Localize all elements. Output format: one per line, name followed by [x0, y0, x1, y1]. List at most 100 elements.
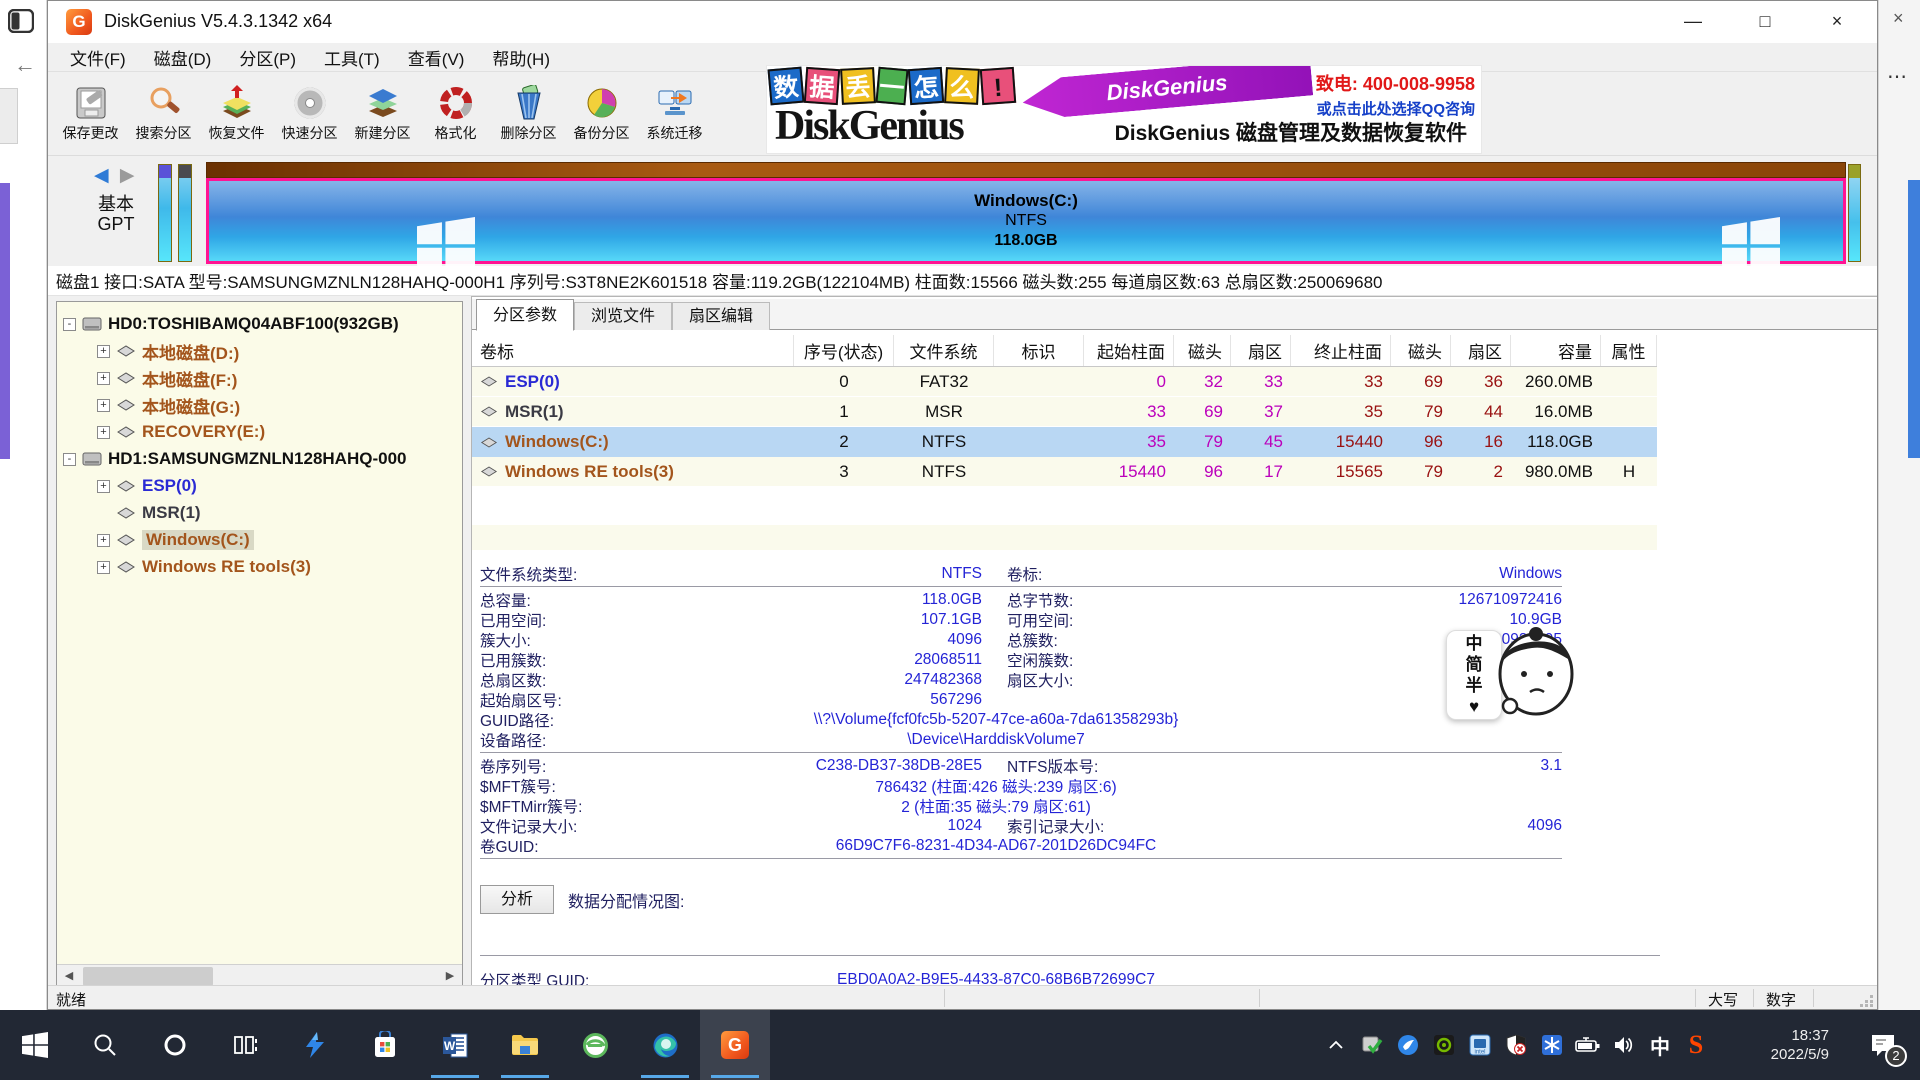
col-header[interactable]: 卷标	[472, 335, 794, 366]
new-partition-button[interactable]: 新建分区	[346, 72, 419, 156]
table-row-winre[interactable]: Windows RE tools(3) 3 NTFS 15440 96 17 1…	[472, 457, 1657, 487]
col-header[interactable]: 扇区	[1231, 335, 1291, 366]
table-row-msr[interactable]: MSR(1) 1 MSR 33 69 37 35 79 44 16.0MB	[472, 397, 1657, 427]
file-explorer-button[interactable]	[490, 1010, 560, 1080]
sogou-mode-halfwidth[interactable]: 半	[1466, 675, 1483, 696]
tree-item-recovery-e[interactable]: + RECOVERY(E:)	[97, 420, 265, 444]
system-migrate-button[interactable]: 系统迁移	[638, 72, 711, 156]
prev-disk-icon[interactable]: ◀	[94, 165, 109, 186]
tray-nvidia-button[interactable]	[1426, 1010, 1462, 1080]
notification-center-button[interactable]: 2	[1850, 1010, 1916, 1080]
tray-security-shield-button[interactable]	[1498, 1010, 1534, 1080]
ad-qq-link[interactable]: 或点击此处选择QQ咨询	[1316, 98, 1475, 119]
expand-icon[interactable]: +	[97, 561, 110, 574]
cortana-button[interactable]	[140, 1010, 210, 1080]
tray-security-check-button[interactable]	[1354, 1010, 1390, 1080]
start-button[interactable]	[0, 1010, 70, 1080]
expand-icon[interactable]: +	[97, 534, 110, 547]
save-changes-button[interactable]: 保存更改	[54, 72, 127, 156]
tree-item-msr[interactable]: MSR(1)	[116, 501, 201, 525]
tab-sector-edit[interactable]: 扇区编辑	[672, 302, 770, 330]
col-header[interactable]: 终止柱面	[1291, 335, 1391, 366]
winre-partition-block[interactable]	[1848, 164, 1861, 262]
menu-view[interactable]: 查看(V)	[394, 43, 479, 71]
expand-icon[interactable]: +	[97, 372, 110, 385]
col-header[interactable]: 属性	[1601, 335, 1657, 366]
word-button[interactable]: W	[420, 1010, 490, 1080]
minimize-button[interactable]: —	[1663, 1, 1723, 41]
tree-item-esp[interactable]: + ESP(0)	[97, 474, 197, 498]
tray-chevron-button[interactable]	[1318, 1010, 1354, 1080]
browser-360-button[interactable]	[560, 1010, 630, 1080]
sogou-ime-widget[interactable]: 中 简 半 ♥	[1446, 622, 1576, 722]
tree-item-windows-c[interactable]: + Windows(C:)	[97, 528, 254, 552]
format-button[interactable]: 格式化	[419, 72, 492, 156]
sogou-mode-chinese[interactable]: 中	[1466, 633, 1483, 654]
tab-partition-params[interactable]: 分区参数	[476, 299, 574, 331]
tray-thunder-button[interactable]	[1390, 1010, 1426, 1080]
sogou-heart-icon[interactable]: ♥	[1469, 696, 1479, 717]
col-header[interactable]: 序号(状态)	[794, 335, 894, 366]
table-row-esp[interactable]: ESP(0) 0 FAT32 0 32 33 33 69 36 260.0MB	[472, 367, 1657, 397]
next-disk-icon[interactable]: ▶	[120, 165, 135, 186]
tray-volume-button[interactable]	[1606, 1010, 1642, 1080]
collapse-icon[interactable]: -	[63, 318, 76, 331]
col-header[interactable]: 标识	[994, 335, 1084, 366]
sogou-status-box[interactable]: 中 简 半 ♥	[1446, 630, 1502, 720]
tray-snowflake-button[interactable]	[1534, 1010, 1570, 1080]
backup-partition-button[interactable]: 备份分区	[565, 72, 638, 156]
close-button[interactable]: ×	[1807, 1, 1867, 41]
menu-file[interactable]: 文件(F)	[56, 43, 140, 71]
tree-item-disk-f[interactable]: + 本地磁盘(F:)	[97, 366, 237, 390]
esp-partition-block[interactable]	[158, 164, 172, 262]
tree-item-disk-d[interactable]: + 本地磁盘(D:)	[97, 339, 239, 363]
tree-item-hd0[interactable]: - HD0:TOSHIBAMQ04ABF100(932GB)	[63, 312, 399, 336]
diskgenius-taskbar-button[interactable]: G	[700, 1010, 770, 1080]
col-header[interactable]: 容量	[1511, 335, 1601, 366]
col-header[interactable]: 文件系统	[894, 335, 994, 366]
expand-icon[interactable]: +	[97, 426, 110, 439]
menu-disk[interactable]: 磁盘(D)	[140, 43, 226, 71]
maximize-button[interactable]: □	[1735, 1, 1795, 41]
tray-intel-graphics-button[interactable]: intel	[1462, 1010, 1498, 1080]
microsoft-store-button[interactable]	[350, 1010, 420, 1080]
resize-grip[interactable]	[1860, 993, 1874, 1007]
collapse-icon[interactable]: -	[63, 453, 76, 466]
more-options-icon[interactable]: ⋯	[1887, 64, 1908, 89]
delete-partition-button[interactable]: 删除分区	[492, 72, 565, 156]
sidebar-toggle-icon[interactable]	[8, 9, 34, 33]
menu-partition[interactable]: 分区(P)	[225, 43, 310, 71]
tab-browse-files[interactable]: 浏览文件	[574, 302, 672, 330]
tree-item-winre[interactable]: + Windows RE tools(3)	[97, 555, 311, 579]
thunder-app-button[interactable]	[280, 1010, 350, 1080]
expand-icon[interactable]: +	[97, 345, 110, 358]
col-header[interactable]: 磁头	[1391, 335, 1451, 366]
sogou-mode-simplified[interactable]: 简	[1466, 654, 1483, 675]
search-partition-button[interactable]: 搜索分区	[127, 72, 200, 156]
scrollbar-thumb[interactable]	[83, 967, 213, 986]
task-view-button[interactable]	[210, 1010, 280, 1080]
back-arrow-icon[interactable]: ←	[14, 52, 36, 78]
edge-button[interactable]	[630, 1010, 700, 1080]
tree-item-disk-g[interactable]: + 本地磁盘(G:)	[97, 393, 240, 417]
table-row-windows-c-selected[interactable]: Windows(C:) 2 NTFS 35 79 45 15440 96 16 …	[472, 427, 1657, 457]
tray-ime-indicator[interactable]: 中	[1642, 1010, 1678, 1080]
tree-item-hd1[interactable]: - HD1:SAMSUNGMZNLN128HAHQ-000	[63, 447, 407, 471]
ad-banner[interactable]: 数 据 丢 一 怎 么 ! DiskGenius 致电: 400-008-995…	[766, 65, 1482, 154]
expand-icon[interactable]: +	[97, 399, 110, 412]
tray-sogou-button[interactable]: S	[1678, 1010, 1714, 1080]
taskbar-clock[interactable]: 18:37 2022/5/9	[1733, 1010, 1829, 1080]
background-close-icon[interactable]: ×	[1893, 8, 1904, 29]
analyze-button[interactable]: 分析	[480, 885, 554, 914]
recover-files-button[interactable]: 恢复文件	[200, 72, 273, 156]
quick-partition-button[interactable]: 快速分区	[273, 72, 346, 156]
tray-battery-button[interactable]	[1570, 1010, 1606, 1080]
menu-tools[interactable]: 工具(T)	[310, 43, 394, 71]
col-header[interactable]: 扇区	[1451, 335, 1511, 366]
windows-c-partition-block[interactable]: Windows(C:) NTFS 118.0GB	[206, 178, 1846, 264]
col-header[interactable]: 起始柱面	[1084, 335, 1174, 366]
msr-partition-block[interactable]	[178, 164, 192, 262]
col-header[interactable]: 磁头	[1174, 335, 1231, 366]
taskbar-search-button[interactable]	[70, 1010, 140, 1080]
menu-help[interactable]: 帮助(H)	[478, 43, 564, 71]
